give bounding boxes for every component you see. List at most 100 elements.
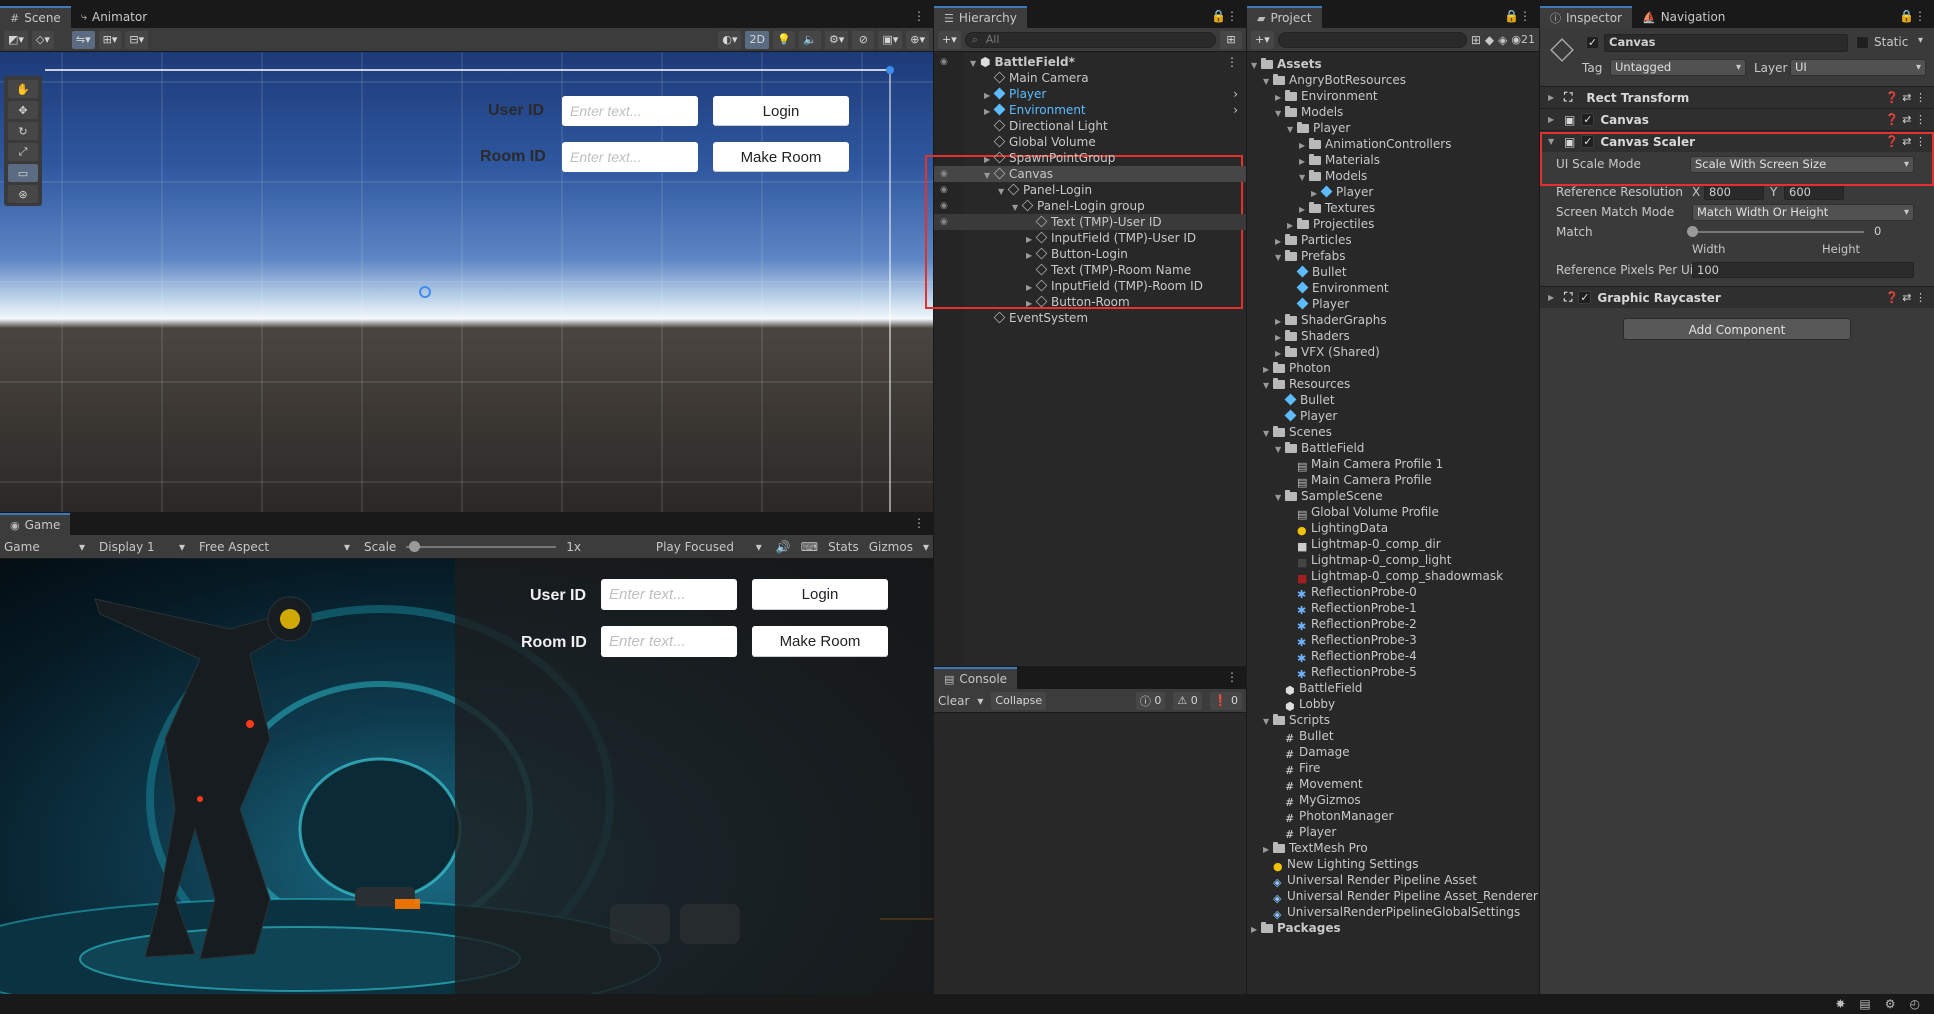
ui-scale-mode-dropdown[interactable]: Scale With Screen Size bbox=[1690, 155, 1914, 173]
progress-icon[interactable]: ◴ bbox=[1910, 997, 1920, 1011]
console-collapse-button[interactable]: Collapse bbox=[991, 691, 1047, 710]
hierarchy-row[interactable]: ▶ InputField (TMP)-Room ID bbox=[934, 278, 1246, 294]
hierarchy-row[interactable]: ▶ Button-Login bbox=[934, 246, 1246, 262]
project-asset-item[interactable]: ▤ Global Volume Profile bbox=[1247, 504, 1539, 521]
console-clear-button[interactable]: Clear bbox=[938, 694, 969, 708]
project-asset-item[interactable]: # Fire bbox=[1247, 760, 1539, 777]
project-folder-item[interactable]: ▶ AnimationControllers bbox=[1247, 136, 1539, 152]
tag-dropdown[interactable]: Untagged bbox=[1610, 59, 1746, 76]
project-asset-item[interactable]: ▶ Player bbox=[1247, 184, 1539, 200]
scene-make-room-button[interactable]: Make Room bbox=[713, 142, 849, 172]
project-add-button[interactable]: +▾ bbox=[1251, 30, 1274, 49]
cache-server-icon[interactable]: ▤ bbox=[1859, 997, 1870, 1011]
inspector-lock-icon[interactable]: 🔒 bbox=[1899, 9, 1914, 23]
project-folder-item[interactable]: ▼ Scenes bbox=[1247, 424, 1539, 440]
hierarchy-row[interactable]: Directional Light bbox=[934, 118, 1246, 134]
layer-dropdown[interactable]: UI bbox=[1790, 59, 1926, 76]
match-slider[interactable] bbox=[1687, 226, 1864, 237]
collapse-arrow-icon[interactable]: ▶ bbox=[1251, 922, 1261, 938]
project-asset-item[interactable]: ▤ Main Camera Profile bbox=[1247, 472, 1539, 489]
project-asset-item[interactable]: ▤ Main Camera Profile 1 bbox=[1247, 456, 1539, 473]
collapse-arrow-icon[interactable]: ▶ bbox=[1548, 293, 1558, 302]
project-folder-item[interactable]: ▼ Scripts bbox=[1247, 712, 1539, 728]
tab-console[interactable]: ▤ Console bbox=[934, 667, 1018, 689]
rect-transform-header[interactable]: ▶ ⛶ Rect Transform ❓ ⇄ ⋮ bbox=[1540, 86, 1934, 108]
render-mode-dropdown[interactable]: ◇▾ bbox=[31, 30, 54, 49]
game-mode-dropdown[interactable]: Game ▾ bbox=[4, 540, 89, 554]
console-error-count[interactable]: ❗ 0 bbox=[1209, 691, 1242, 710]
console-menu-icon[interactable]: ⋮ bbox=[1226, 670, 1238, 684]
project-folder-item[interactable]: ▼ Player bbox=[1247, 120, 1539, 136]
hand-tool-icon[interactable]: ✋ bbox=[8, 80, 38, 98]
graphic-raycaster-enabled-checkbox[interactable]: ✓ bbox=[1578, 291, 1592, 304]
audio-toggle-icon[interactable]: 🔈 bbox=[798, 30, 821, 49]
project-asset-item[interactable]: ◈ UniversalRenderPipelineGlobalSettings bbox=[1247, 904, 1539, 921]
visibility-eye-icon[interactable]: ◉ bbox=[940, 198, 948, 214]
project-asset-item[interactable]: ■ Lightmap-0_comp_light bbox=[1247, 552, 1539, 569]
project-folder-item[interactable]: ▼ Resources bbox=[1247, 376, 1539, 392]
visibility-toggle-icon[interactable]: ⊘ bbox=[852, 30, 875, 49]
effects-dropdown[interactable]: ⚙▾ bbox=[824, 30, 849, 49]
visibility-eye-icon[interactable]: ◉ bbox=[940, 182, 948, 198]
aspect-dropdown[interactable]: Free Aspect ▾ bbox=[199, 540, 354, 554]
inspector-menu-icon[interactable]: ⋮ bbox=[1914, 9, 1926, 23]
project-folder-item[interactable]: ▶ Packages bbox=[1247, 920, 1539, 936]
project-asset-item[interactable]: Bullet bbox=[1247, 392, 1539, 408]
tab-hierarchy[interactable]: ☰ Hierarchy bbox=[934, 6, 1027, 28]
hierarchy-row[interactable]: EventSystem bbox=[934, 310, 1246, 326]
visibility-eye-icon[interactable]: ◉ bbox=[940, 214, 948, 230]
project-hidden-count[interactable]: ◉21 bbox=[1511, 33, 1535, 46]
expand-arrow-icon[interactable]: ▼ bbox=[1548, 137, 1558, 146]
project-asset-item[interactable]: ● New Lighting Settings bbox=[1247, 856, 1539, 873]
draw-mode-dropdown[interactable]: ◩▾ bbox=[4, 30, 28, 49]
project-asset-item[interactable]: ■ Lightmap-0_comp_shadowmask bbox=[1247, 568, 1539, 585]
game-viewport[interactable]: User ID Enter text... Login Room ID Ente… bbox=[0, 559, 933, 994]
rotate-tool-icon[interactable]: ↻ bbox=[8, 122, 38, 140]
project-folder-item[interactable]: ▶ Photon bbox=[1247, 360, 1539, 376]
ref-res-y-field[interactable]: 600 bbox=[1784, 184, 1844, 200]
hierarchy-lock-icon[interactable]: 🔒 bbox=[1211, 9, 1226, 23]
gizmos-button[interactable]: Gizmos bbox=[869, 540, 913, 554]
scale-slider[interactable] bbox=[406, 540, 557, 552]
game-room-id-input[interactable]: Enter text... bbox=[601, 626, 737, 657]
scale-tool-icon[interactable]: ⤢ bbox=[8, 143, 38, 161]
canvas-scaler-header[interactable]: ▼ ▣ ✓ Canvas Scaler ❓ ⇄ ⋮ bbox=[1540, 130, 1934, 152]
match-value-field[interactable]: 0 bbox=[1870, 224, 1914, 240]
component-tools-icons[interactable]: ❓ ⇄ ⋮ bbox=[1885, 291, 1926, 304]
shading-dropdown[interactable]: ◐▾ bbox=[718, 30, 742, 49]
tab-project[interactable]: ▰ Project bbox=[1247, 6, 1322, 28]
scene-login-button[interactable]: Login bbox=[713, 96, 849, 126]
snap-dropdown[interactable]: ⊞▾ bbox=[98, 30, 122, 49]
project-folder-item[interactable]: ▼ Prefabs bbox=[1247, 248, 1539, 264]
collapse-arrow-icon[interactable]: ▶ bbox=[1548, 115, 1558, 124]
project-asset-item[interactable]: ⬢ BattleField bbox=[1247, 680, 1539, 697]
project-folder-item[interactable]: ▶ Projectiles bbox=[1247, 216, 1539, 232]
hierarchy-row[interactable]: ▶ InputField (TMP)-User ID bbox=[934, 230, 1246, 246]
visibility-eye-icon[interactable]: ◉ bbox=[940, 166, 948, 182]
scale-slider-knob[interactable] bbox=[409, 540, 421, 552]
game-login-button[interactable]: Login bbox=[752, 579, 888, 610]
project-folder-item[interactable]: ▶ VFX (Shared) bbox=[1247, 344, 1539, 360]
project-asset-item[interactable]: ● LightingData bbox=[1247, 520, 1539, 537]
hierarchy-search-input[interactable]: ⌕ All bbox=[964, 31, 1216, 48]
match-slider-knob[interactable] bbox=[1687, 226, 1698, 237]
lighting-toggle-icon[interactable]: 💡 bbox=[772, 30, 795, 49]
object-name-field[interactable]: Canvas bbox=[1604, 34, 1848, 52]
project-folder-item[interactable]: ▼ AngryBotResources bbox=[1247, 72, 1539, 88]
project-asset-item[interactable]: ✱ ReflectionProbe-5 bbox=[1247, 664, 1539, 681]
project-asset-item[interactable]: # Damage bbox=[1247, 744, 1539, 761]
object-active-checkbox[interactable]: ✓ bbox=[1586, 36, 1599, 49]
console-clear-dropdown-icon[interactable]: ▾ bbox=[977, 694, 983, 708]
grid-dropdown[interactable]: ⊟▾ bbox=[125, 30, 149, 49]
project-asset-item[interactable]: Bullet bbox=[1247, 264, 1539, 280]
prefab-open-arrow-icon[interactable]: › bbox=[1233, 102, 1238, 118]
project-asset-item[interactable]: Player bbox=[1247, 408, 1539, 424]
project-folder-item[interactable]: ▼ SampleScene bbox=[1247, 488, 1539, 504]
project-folder-item[interactable]: ▶ Textures bbox=[1247, 200, 1539, 216]
scene-user-id-input[interactable]: Enter text... bbox=[562, 96, 698, 126]
project-folder-item[interactable]: ▶ Particles bbox=[1247, 232, 1539, 248]
hierarchy-row[interactable]: ▼ Canvas ◉ bbox=[934, 166, 1246, 182]
play-mode-dropdown[interactable]: Play Focused ▾ bbox=[656, 540, 766, 554]
project-asset-item[interactable]: # PhotonManager bbox=[1247, 808, 1539, 825]
tab-game[interactable]: ◉ Game bbox=[0, 513, 71, 535]
